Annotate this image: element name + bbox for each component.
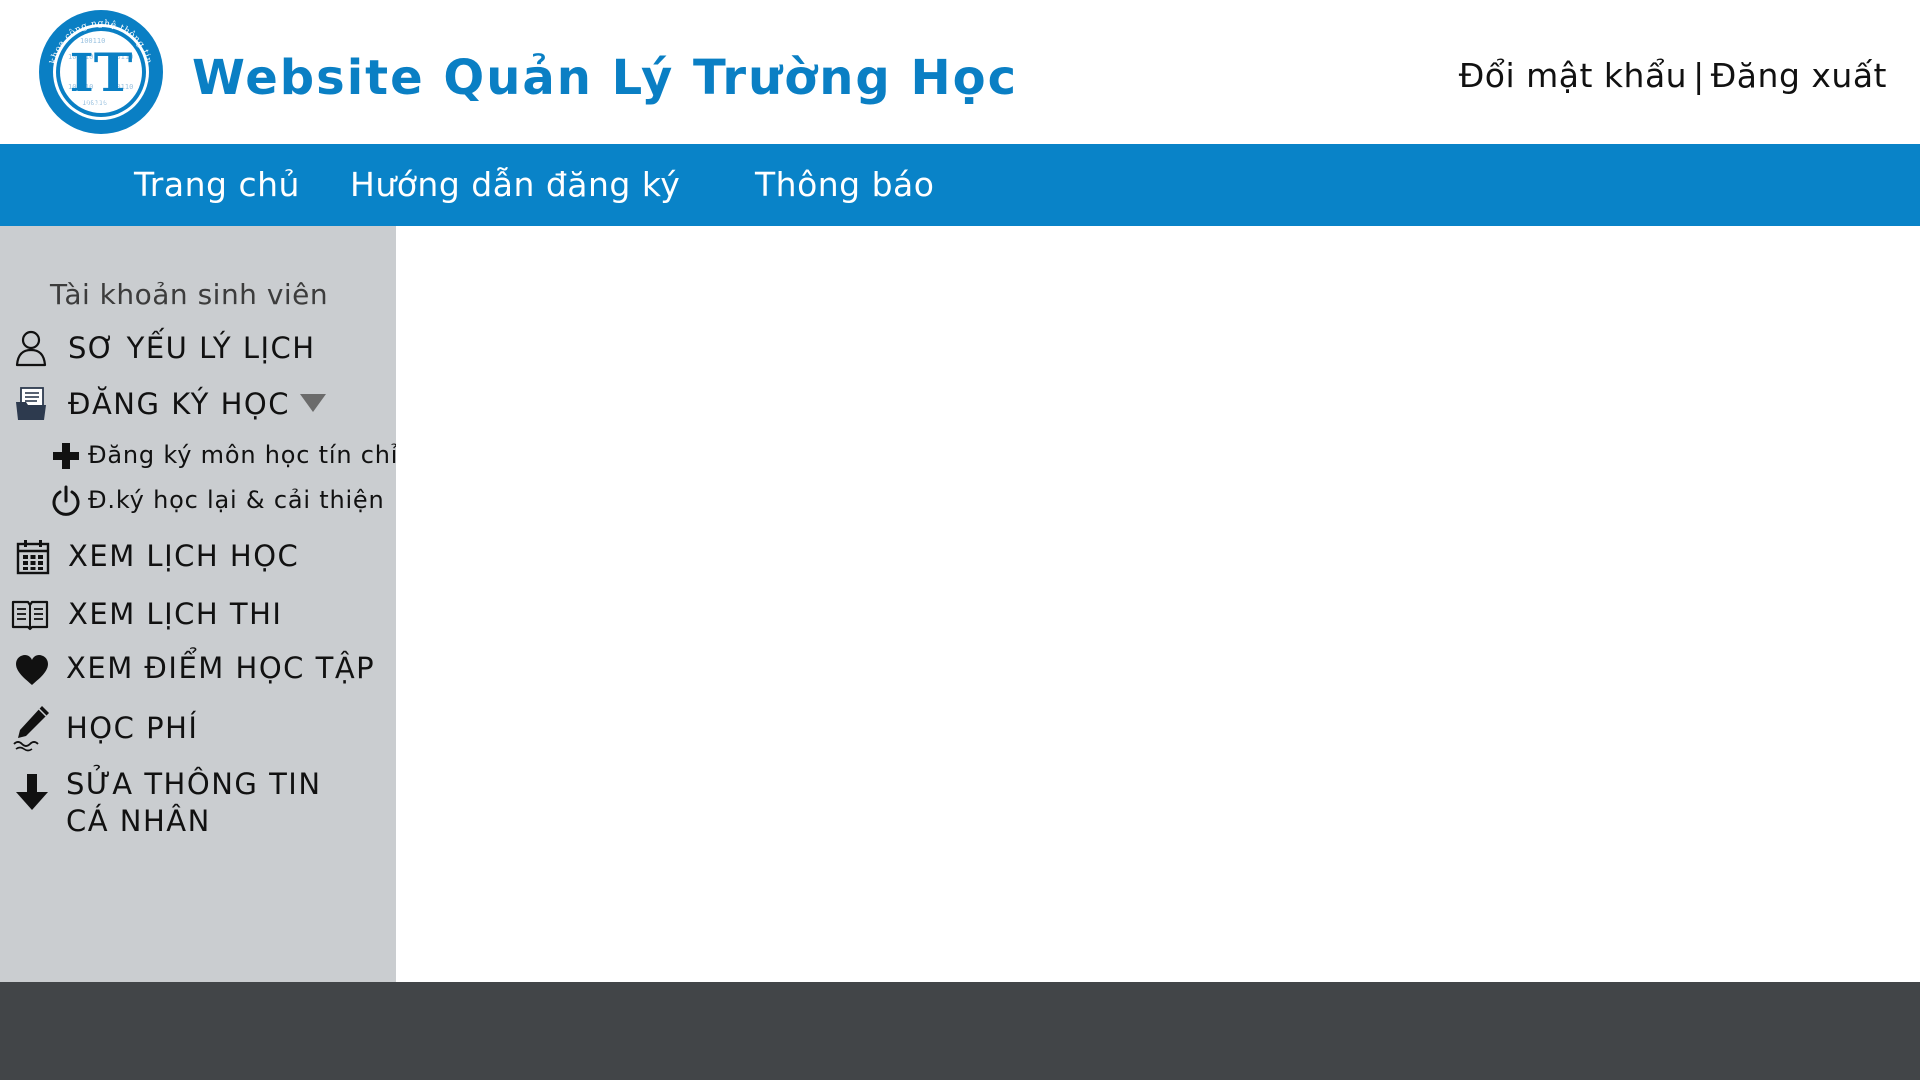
sidebar-subitem-retake-registration[interactable]: Đ.ký học lại & cải thiện (0, 483, 396, 519)
change-password-link[interactable]: Đổi mật khẩu (1459, 56, 1687, 95)
sidebar-subitem-label: Đăng ký môn học tín chỉ (88, 441, 399, 469)
sidebar-item-label: XEM ĐIỂM HỌC TẬP (66, 651, 376, 685)
power-icon (48, 483, 84, 519)
main-content (396, 226, 1920, 982)
calendar-icon (13, 537, 53, 577)
header: 100110 100110 100110 100110 100110 10011… (0, 0, 1920, 144)
plus-icon (48, 438, 84, 474)
nav-announcements[interactable]: Thông báo (755, 144, 934, 226)
pencil-icon (12, 704, 52, 752)
site-title: Website Quản Lý Trường Học (192, 50, 1019, 106)
sidebar-item-tuition[interactable]: HỌC PHÍ (0, 702, 396, 754)
sidebar-item-label-text: ĐĂNG KÝ HỌC (68, 387, 290, 421)
sidebar-item-profile[interactable]: SƠ YẾU LÝ LỊCH (0, 326, 396, 370)
footer (0, 982, 1920, 1080)
arrow-down-icon (13, 770, 51, 814)
main-nav: Trang chủ Hướng dẫn đăng ký Thông báo (0, 144, 1920, 226)
sidebar-item-course-registration[interactable]: ĐĂNG KÝ HỌC (0, 382, 396, 426)
sidebar-item-label: HỌC PHÍ (66, 711, 199, 745)
user-outline-icon (11, 328, 51, 368)
sidebar-item-label: XEM LỊCH THI (68, 597, 283, 631)
account-links: Đổi mật khẩu | Đăng xuất (1459, 52, 1887, 100)
sidebar-item-label: SƠ YẾU LÝ LỊCH (68, 331, 316, 365)
sidebar-item-label: ĐĂNG KÝ HỌC (68, 386, 326, 422)
sidebar-subitem-label: Đ.ký học lại & cải thiện (88, 486, 385, 514)
sidebar-item-exam-schedule[interactable]: XEM LỊCH THI (0, 592, 396, 636)
folder-documents-icon (11, 384, 51, 424)
sidebar-item-grades[interactable]: XEM ĐIỂM HỌC TẬP (0, 646, 396, 690)
sidebar: Tài khoản sinh viên SƠ YẾU LÝ LỊCH ĐĂNG … (0, 226, 399, 982)
sidebar-item-edit-personal-info[interactable]: SỬA THÔNG TIN CÁ NHÂN (0, 762, 396, 838)
logout-link[interactable]: Đăng xuất (1711, 56, 1887, 95)
sidebar-item-label-line1: SỬA THÔNG TIN (66, 767, 322, 801)
chevron-down-icon[interactable] (300, 394, 326, 412)
nav-home[interactable]: Trang chủ (134, 144, 300, 226)
sidebar-item-label-line2: CÁ NHÂN (66, 804, 211, 838)
link-separator: | (1693, 56, 1705, 95)
heart-icon (12, 650, 52, 690)
nav-registration-guide[interactable]: Hướng dẫn đăng ký (350, 144, 680, 226)
school-logo[interactable]: 100110 100110 100110 100110 100110 10011… (38, 9, 164, 135)
sidebar-subitem-credit-registration[interactable]: Đăng ký môn học tín chỉ (0, 438, 399, 474)
sidebar-item-label: XEM LỊCH HỌC (68, 539, 300, 573)
sidebar-heading: Tài khoản sinh viên (50, 278, 329, 311)
open-book-icon (10, 594, 50, 634)
sidebar-item-class-schedule[interactable]: XEM LỊCH HỌC (0, 534, 396, 578)
